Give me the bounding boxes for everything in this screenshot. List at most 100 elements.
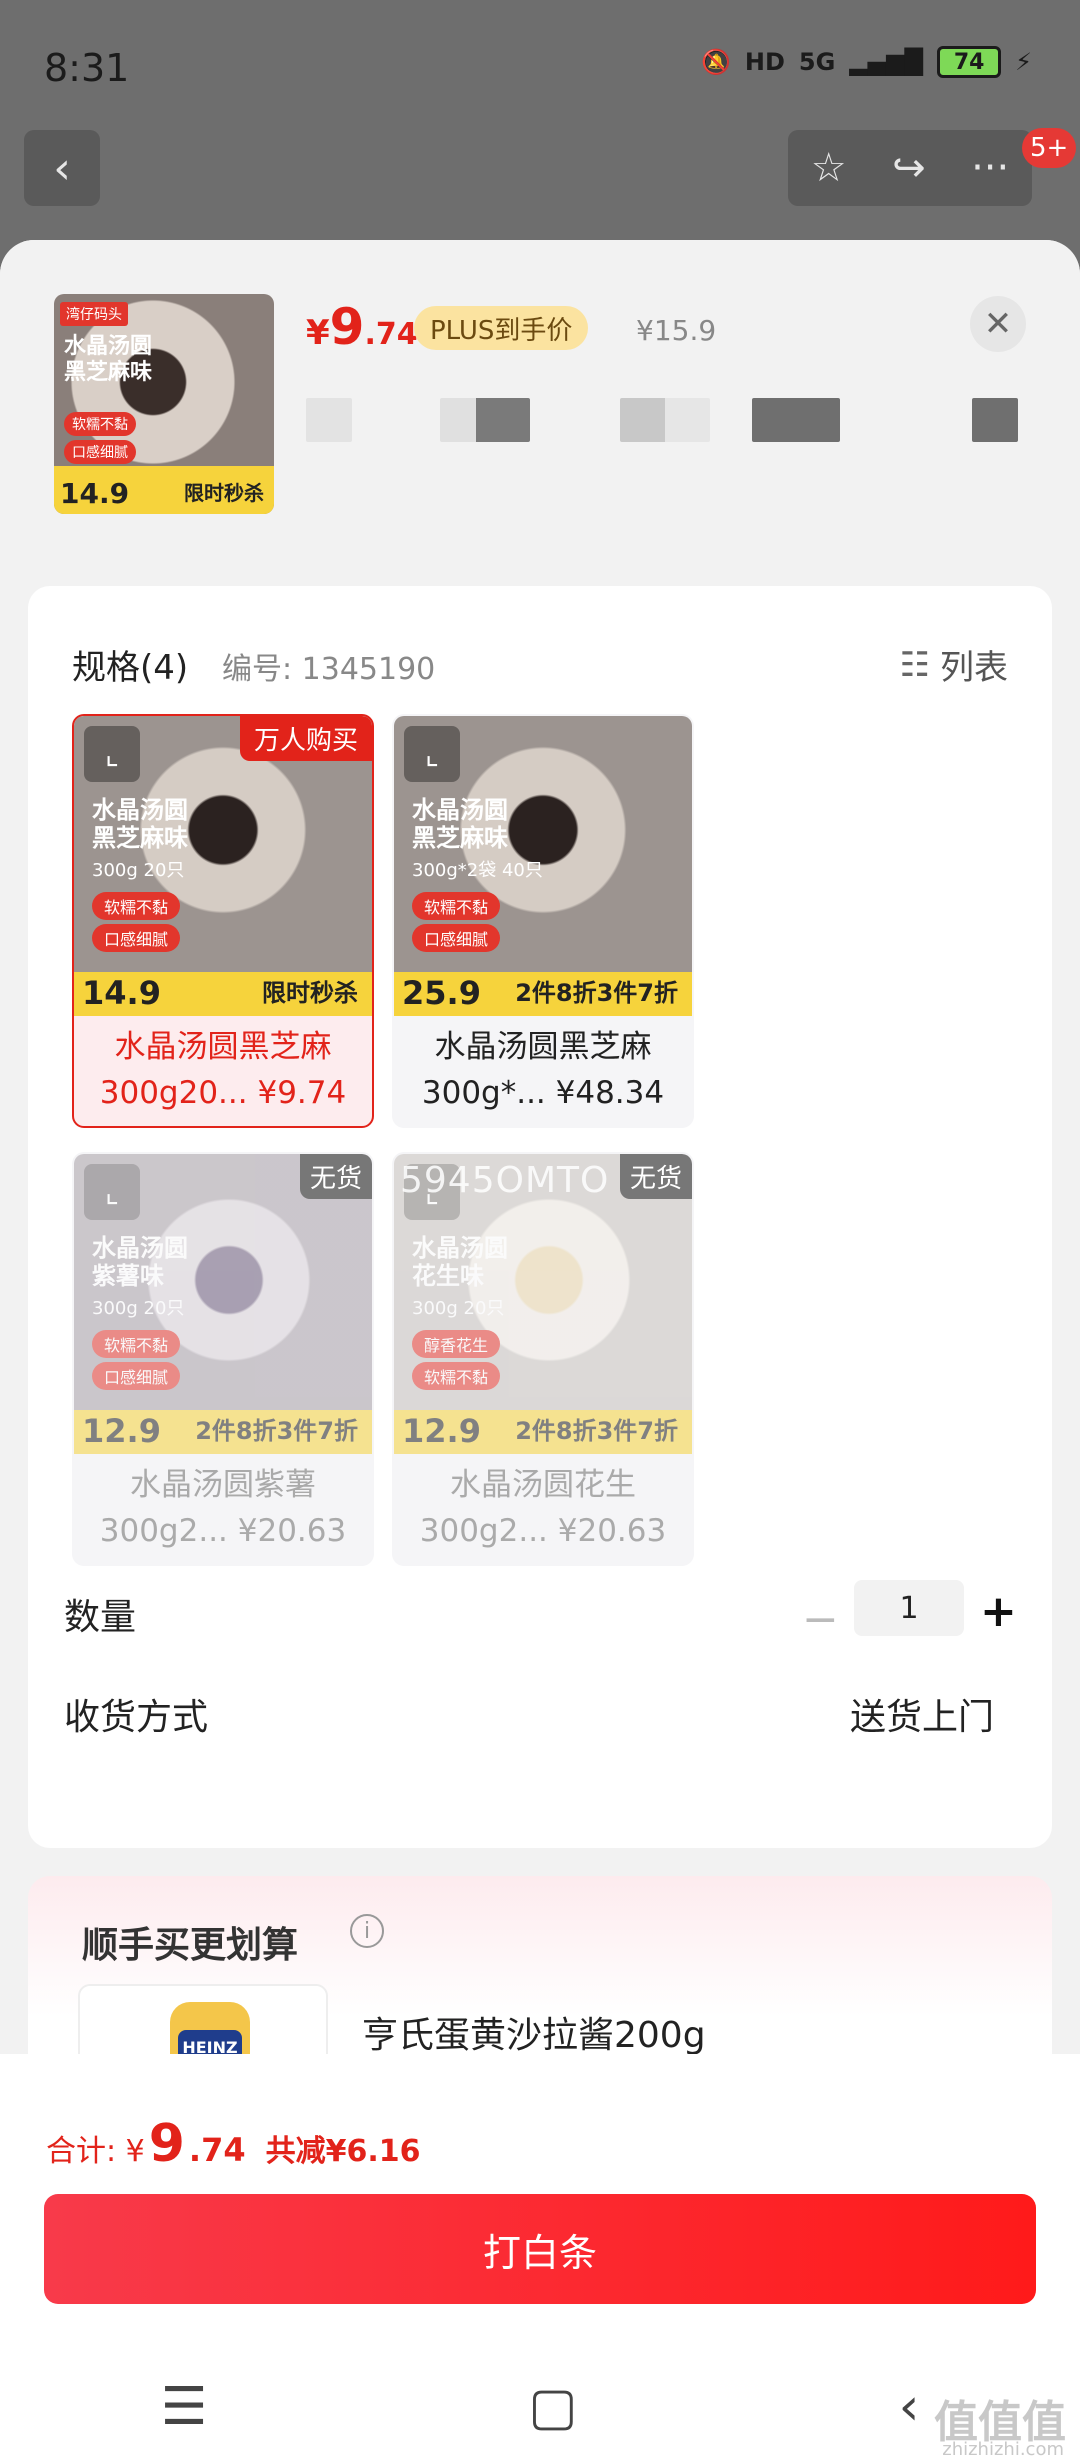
variant-est-price: 25.9 (402, 974, 481, 1012)
back-button[interactable]: ‹ (24, 130, 100, 206)
spec-selector-sheet: 湾仔码头 水晶汤圆黑芝麻味 软糯不黏 口感细腻 14.9 限时秒杀 ¥9.74 … (0, 240, 1080, 2460)
variant-tag: 软糯不黏 (412, 1362, 501, 1390)
system-nav-bar: ☰ ▢ ‹ (0, 2354, 1080, 2460)
spec-card: 规格(4) 编号: 1345190 ☷ 列表 ⌞ 水晶汤圆黑芝麻味 300g 2… (28, 586, 1052, 1848)
variant-option[interactable]: ⌞ 水晶汤圆紫薯味 300g 20只 软糯不黏 口感细腻 12.9 2件8折3件… (72, 1152, 374, 1566)
notification-badge: 5+ (1022, 128, 1077, 168)
close-icon: ✕ (983, 304, 1013, 344)
recommend-item-name[interactable]: 亨氏蛋黄沙拉酱200g (362, 2006, 706, 2058)
redacted-block (620, 398, 710, 442)
variant-image-name: 水晶汤圆花生味 (412, 1234, 508, 1290)
thumb-tag: 软糯不黏 (64, 412, 136, 436)
quantity-input[interactable]: 1 (854, 1580, 964, 1636)
total-integer: 9 (148, 2114, 185, 2174)
variant-tag: 口感细腻 (92, 1362, 181, 1390)
thumb-flash-sale: 限时秒杀 (184, 481, 264, 505)
variant-spec-price: 300g20... ¥9.74 (99, 1075, 347, 1111)
charging-icon: ⚡ (1015, 48, 1032, 76)
variant-tag: 软糯不黏 (412, 892, 501, 920)
variant-tag: 软糯不黏 (92, 892, 181, 920)
list-icon: ☷ (899, 644, 930, 685)
best-seller-badge: 万人购买 (239, 716, 372, 761)
variant-est-price: 14.9 (82, 974, 161, 1012)
variant-est-price: 12.9 (82, 1412, 161, 1450)
price-integer: 9 (329, 298, 365, 356)
checkout-bar: 合计: ¥ 9 .74 共减¥6.16 打白条 ☰ ▢ ‹ 值值值 zhizhi… (0, 2054, 1080, 2460)
bundle-recommendation: 顺手买更划算 i HEINZ 亨氏蛋黄沙拉酱200g (28, 1876, 1052, 2104)
spec-number: 编号: 1345190 (222, 652, 436, 687)
hd-icon: HD (744, 48, 785, 76)
delivery-method[interactable]: 送货上门 (850, 1688, 994, 1740)
variant-image-spec: 300g 20只 (92, 1298, 185, 1319)
variant-caption: 水晶汤圆黑芝麻 300g20... ¥9.74 (74, 1024, 372, 1116)
variant-image-spec: 300g 20只 (92, 860, 185, 881)
variant-promo: 2件8折3件7折 (515, 1417, 678, 1445)
variant-name: 水晶汤圆黑芝麻 (434, 1029, 652, 1065)
mute-icon: 🔕 (701, 48, 731, 76)
home-icon[interactable]: ▢ (528, 2377, 577, 2437)
total-label: 合计: ¥ (46, 2134, 145, 2169)
more-icon[interactable]: ··· (971, 145, 1009, 191)
current-price: ¥9.74 (306, 298, 418, 356)
nav-back-icon[interactable]: ‹ (899, 2377, 920, 2437)
variant-image: ⌞ 水晶汤圆紫薯味 300g 20只 软糯不黏 口感细腻 12.9 2件8折3件… (74, 1154, 372, 1454)
quantity-increase-button[interactable]: + (980, 1586, 1017, 1637)
thumb-tag: 口感细腻 (64, 440, 136, 464)
variant-caption: 水晶汤圆黑芝麻 300g*... ¥48.34 (394, 1024, 692, 1116)
price-decimal: .74 (364, 317, 418, 352)
variant-image-name: 水晶汤圆紫薯味 (92, 1234, 188, 1290)
total-discount: 共减¥6.16 (265, 2134, 421, 2169)
list-view-toggle[interactable]: ☷ 列表 (900, 640, 1008, 689)
variant-promo: 2件8折3件7折 (515, 979, 678, 1007)
variant-option[interactable]: ⌞ 水晶汤圆黑芝麻味 300g*2袋 40只 软糯不黏 口感细腻 25.9 2件… (392, 714, 694, 1128)
sheet-header: 湾仔码头 水晶汤圆黑芝麻味 软糯不黏 口感细腻 14.9 限时秒杀 ¥9.74 … (0, 240, 1080, 570)
variant-image-spec: 300g 20只 (412, 1298, 505, 1319)
variant-spec-price: 300g2... ¥20.63 (419, 1513, 667, 1549)
variant-tag: 口感细腻 (412, 924, 501, 952)
thumb-est-price: 14.9 (60, 477, 130, 510)
variant-tag: 醇香花生 (412, 1330, 501, 1358)
quantity-decrease-button[interactable]: − (802, 1594, 839, 1645)
original-price: ¥15.9 (636, 314, 717, 347)
menu-icon[interactable]: ☰ (161, 2377, 208, 2437)
variant-image-name: 水晶汤圆黑芝麻味 (92, 796, 188, 852)
variant-image: ⌞ 水晶汤圆黑芝麻味 300g*2袋 40只 软糯不黏 口感细腻 25.9 2件… (394, 716, 692, 1016)
variant-est-price: 12.9 (402, 1412, 481, 1450)
variant-caption: 水晶汤圆花生 300g2... ¥20.63 (394, 1462, 692, 1554)
variant-option[interactable]: ⌞ 水晶汤圆花生味 300g 20只 醇香花生 软糯不黏 12.9 2件8折3件… (392, 1152, 694, 1566)
variant-option[interactable]: ⌞ 水晶汤圆黑芝麻味 300g 20只 软糯不黏 口感细腻 14.9 限时秒杀 … (72, 714, 374, 1128)
price-currency: ¥ (306, 313, 330, 353)
delivery-label: 收货方式 (64, 1697, 209, 1738)
variant-name: 水晶汤圆花生 (450, 1467, 636, 1503)
close-button[interactable]: ✕ (970, 296, 1026, 352)
baitiao-pay-button[interactable]: 打白条 (44, 2194, 1036, 2304)
expand-icon[interactable]: ⌞ (84, 1164, 140, 1220)
status-icons: 🔕 HD 5G ▂▄▆█ 74 ⚡ (701, 46, 1032, 78)
expand-icon[interactable]: ⌞ (84, 726, 140, 782)
site-watermark-url: zhizhizhi.com (942, 2439, 1064, 2460)
image-watermark-code: 5945OMTO (400, 1160, 610, 1201)
variant-tag: 软糯不黏 (92, 1330, 181, 1358)
plus-price-badge: PLUS到手价 (414, 306, 589, 350)
redacted-block (440, 398, 530, 442)
total-decimal: .74 (188, 2131, 246, 2169)
thumb-product-name: 水晶汤圆黑芝麻味 (64, 334, 153, 385)
top-actions: ☆ ↪ ··· (788, 130, 1032, 206)
variant-name: 水晶汤圆紫薯 (130, 1467, 316, 1503)
thumb-brand: 湾仔码头 (60, 302, 128, 326)
list-view-label: 列表 (940, 648, 1008, 688)
status-bar: 8:31 🔕 HD 5G ▂▄▆█ 74 ⚡ (0, 0, 1080, 130)
redacted-block (752, 398, 840, 442)
variant-promo: 2件8折3件7折 (195, 1417, 358, 1445)
product-thumbnail[interactable]: 湾仔码头 水晶汤圆黑芝麻味 软糯不黏 口感细腻 14.9 限时秒杀 (54, 294, 274, 514)
info-icon[interactable]: i (350, 1914, 384, 1948)
variant-promo: 限时秒杀 (262, 979, 358, 1007)
signal-bars-icon: ▂▄▆█ (849, 48, 924, 76)
variant-caption: 水晶汤圆紫薯 300g2... ¥20.63 (74, 1462, 372, 1554)
recommend-title: 顺手买更划算 (82, 1925, 299, 1966)
share-icon[interactable]: ↪ (892, 145, 926, 191)
favorite-icon[interactable]: ☆ (811, 145, 847, 191)
back-icon: ‹ (53, 142, 71, 194)
redacted-block (972, 398, 1018, 442)
expand-icon[interactable]: ⌞ (404, 726, 460, 782)
